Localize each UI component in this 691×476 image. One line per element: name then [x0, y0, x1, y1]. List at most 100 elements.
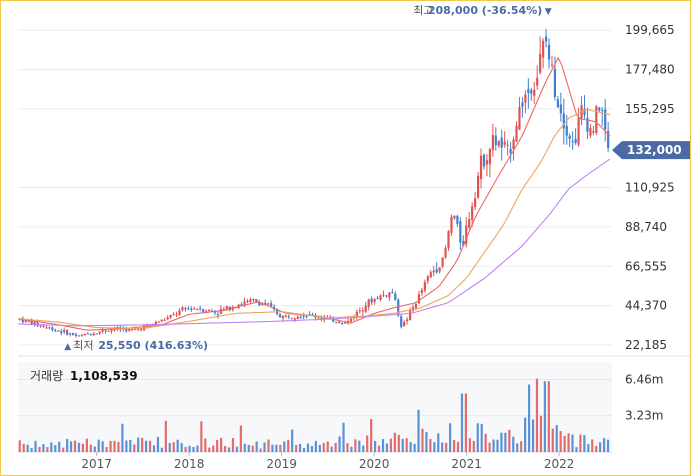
volume-bar	[413, 443, 416, 452]
volume-bar	[298, 443, 302, 452]
volume-bar	[563, 435, 566, 452]
candle-body	[267, 303, 270, 305]
candle-body	[305, 316, 308, 318]
candle-body	[598, 107, 601, 111]
candle-body	[89, 334, 92, 336]
candle-body	[453, 215, 456, 219]
candle-body	[287, 316, 290, 318]
volume-bar	[200, 421, 203, 452]
candle-body	[107, 330, 110, 332]
candle-body	[252, 299, 255, 301]
volume-bar	[172, 442, 175, 452]
volume-bar	[109, 440, 112, 452]
volume-bar	[516, 443, 519, 452]
candle-body	[290, 318, 293, 320]
candle-body	[509, 148, 512, 154]
low-annotation: 최저	[73, 339, 93, 352]
candle-body	[432, 270, 435, 273]
volume-bar	[192, 447, 195, 452]
volume-bar	[306, 443, 310, 452]
volume-bar	[591, 439, 594, 452]
candle-body	[562, 113, 565, 129]
candle-body	[512, 139, 515, 150]
candle-body	[163, 319, 166, 321]
candle-body	[506, 144, 509, 146]
y-tick-label: 88,740	[625, 220, 667, 234]
stock-chart: 22,185 44,370 66,555 88,740 110,925 155,295 17…	[17, 4, 690, 471]
candle-body	[379, 295, 382, 300]
candle-body	[199, 308, 202, 310]
candle-body	[169, 314, 172, 318]
volume-bar	[425, 432, 428, 452]
candle-body	[370, 298, 373, 303]
volume-bar	[105, 446, 108, 452]
x-tick-label: 2021	[451, 457, 482, 471]
volume-bar	[452, 440, 456, 452]
candle-body	[394, 293, 397, 301]
volume-bar	[117, 441, 120, 452]
volume-bar	[472, 440, 475, 452]
volume-bar	[579, 434, 582, 452]
moving-average-line-short	[17, 56, 611, 331]
y-tick-label: 177,480	[625, 62, 675, 76]
volume-bar	[235, 446, 239, 452]
volume-bar	[441, 442, 444, 452]
candle-body	[482, 154, 486, 167]
volume-bar	[571, 434, 574, 452]
candle-body	[429, 272, 432, 278]
volume-bar	[512, 436, 515, 452]
volume-bar	[18, 440, 21, 452]
volume-bar	[456, 441, 460, 452]
candle-body	[559, 104, 562, 114]
candle-body	[216, 314, 220, 316]
candle-body	[196, 309, 199, 311]
candle-body	[317, 317, 320, 319]
volume-bar	[606, 439, 610, 452]
candle-body	[302, 315, 305, 317]
volume-bar	[362, 445, 365, 452]
candle-body	[423, 282, 426, 291]
x-tick-label: 2019	[266, 457, 297, 471]
volume-bar	[231, 437, 235, 452]
volume-bar	[543, 381, 546, 452]
candle-body	[444, 248, 447, 258]
candle-body	[604, 109, 607, 130]
volume-bar	[212, 445, 215, 452]
candle-body	[104, 330, 107, 332]
candle-body	[190, 308, 193, 310]
candle-body	[243, 301, 246, 305]
volume-bar	[54, 445, 57, 452]
candle-body	[527, 88, 530, 94]
volume-bar	[366, 435, 369, 452]
volume-bar	[449, 423, 452, 452]
high-marker-icon: ▼	[545, 7, 552, 17]
candle-body	[219, 309, 222, 315]
candle-body	[69, 333, 72, 335]
volume-bar	[310, 445, 314, 452]
volume-bar	[377, 445, 381, 452]
volume-bar	[405, 438, 408, 452]
candle-body	[403, 322, 406, 327]
candle-body	[154, 321, 157, 325]
volume-bar	[113, 440, 116, 452]
volume-bar	[587, 444, 590, 452]
volume-bar	[220, 437, 223, 452]
candle-body	[553, 68, 557, 97]
candle-body	[63, 329, 66, 333]
candle-body	[408, 310, 412, 321]
volume-bar	[496, 439, 499, 452]
volume-bar	[152, 445, 156, 452]
candle-body	[71, 333, 75, 336]
candle-body	[518, 107, 521, 130]
volume-bar	[263, 442, 266, 452]
candle-body	[539, 53, 542, 73]
volume-tick-label: 6.46m	[625, 372, 663, 386]
candle-body	[577, 118, 580, 145]
volume-bar	[168, 442, 171, 452]
volume-bar	[338, 436, 341, 452]
candle-body	[400, 316, 403, 327]
candle-body	[376, 298, 379, 300]
volume-bar	[547, 381, 550, 452]
volume-bar	[460, 393, 464, 452]
volume-bar	[77, 442, 81, 452]
